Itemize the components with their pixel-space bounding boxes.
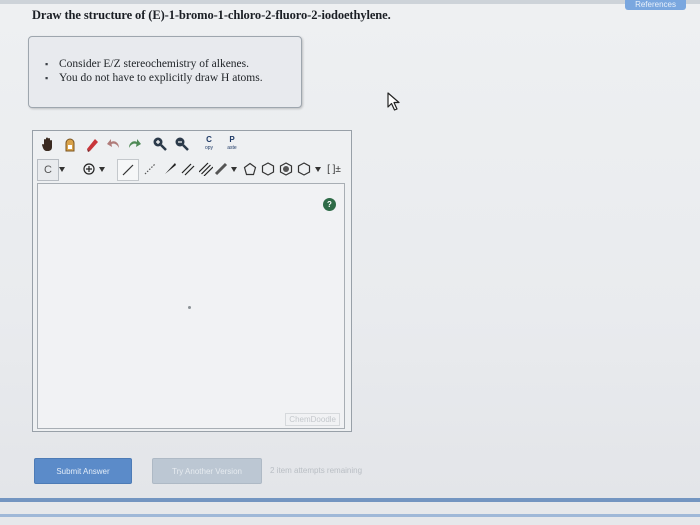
element-selector[interactable]: C	[37, 159, 59, 181]
copy-label-top: C	[206, 135, 212, 144]
hint-list: Consider E/Z stereochemistry of alkenes.…	[45, 57, 263, 85]
canvas-dot	[188, 306, 191, 309]
zoom-out-icon[interactable]	[173, 134, 191, 154]
zoom-in-icon[interactable]	[151, 134, 169, 154]
try-another-version-button[interactable]: Try Another Version	[152, 458, 262, 484]
mouse-pointer-icon	[387, 92, 400, 111]
ring-template-icon[interactable]	[295, 159, 313, 179]
paste-label-bottom: aste	[227, 145, 237, 151]
chemdoodle-editor: C opy P aste C []± ? ChemDoodle	[32, 130, 352, 432]
hint-item-stereochemistry: Consider E/Z stereochemistry of alkenes.	[45, 57, 263, 71]
copy-button[interactable]: C opy	[201, 133, 217, 155]
drawing-canvas[interactable]: ? ChemDoodle	[37, 183, 345, 429]
question-text: Draw the structure of (E)-1-bromo-1-chlo…	[32, 8, 391, 22]
toolbar-row-2: C []±	[33, 157, 351, 181]
cyclopentane-icon[interactable]	[241, 159, 259, 179]
ring-dropdown-icon[interactable]	[313, 159, 323, 179]
copy-label-bottom: opy	[204, 145, 214, 151]
element-label: C	[44, 164, 52, 176]
references-button[interactable]: References	[625, 0, 686, 10]
single-bond-icon[interactable]	[117, 159, 139, 181]
submit-answer-button[interactable]: Submit Answer	[34, 458, 132, 484]
charge-dropdown-icon[interactable]	[97, 159, 107, 179]
toolbar-row-1: C opy P aste	[33, 131, 351, 157]
top-bar	[0, 0, 700, 4]
undo-icon[interactable]	[105, 134, 123, 154]
lasso-select-icon[interactable]	[61, 134, 79, 154]
bond-dropdown-icon[interactable]	[229, 159, 239, 179]
bottom-bar	[0, 502, 700, 525]
help-icon[interactable]: ?	[323, 198, 336, 211]
wedge-bond-icon[interactable]	[161, 159, 179, 179]
charge-plus-icon[interactable]	[81, 159, 97, 179]
bracket-charge-button[interactable]: [ ]±	[323, 159, 345, 179]
hint-item-h-atoms: You do not have to explicitly draw H ato…	[45, 71, 263, 85]
paste-label-top: P	[229, 135, 235, 144]
bold-bond-icon[interactable]	[213, 159, 229, 179]
double-bond-icon[interactable]	[179, 159, 197, 179]
eraser-icon[interactable]	[83, 134, 101, 154]
cyclohexane-icon[interactable]	[259, 159, 277, 179]
attempts-remaining-text: 2 item attempts remaining	[270, 466, 363, 475]
chemdoodle-brand-label: ChemDoodle	[285, 413, 340, 426]
paste-button[interactable]: P aste	[223, 133, 241, 155]
bracket-label: [ ]±	[327, 163, 341, 175]
dashed-bond-icon[interactable]	[141, 159, 159, 179]
hint-box: Consider E/Z stereochemistry of alkenes.…	[28, 36, 302, 108]
benzene-icon[interactable]	[277, 159, 295, 179]
redo-icon[interactable]	[125, 134, 143, 154]
element-dropdown-icon[interactable]	[57, 159, 67, 179]
hand-pan-icon[interactable]	[39, 134, 57, 154]
